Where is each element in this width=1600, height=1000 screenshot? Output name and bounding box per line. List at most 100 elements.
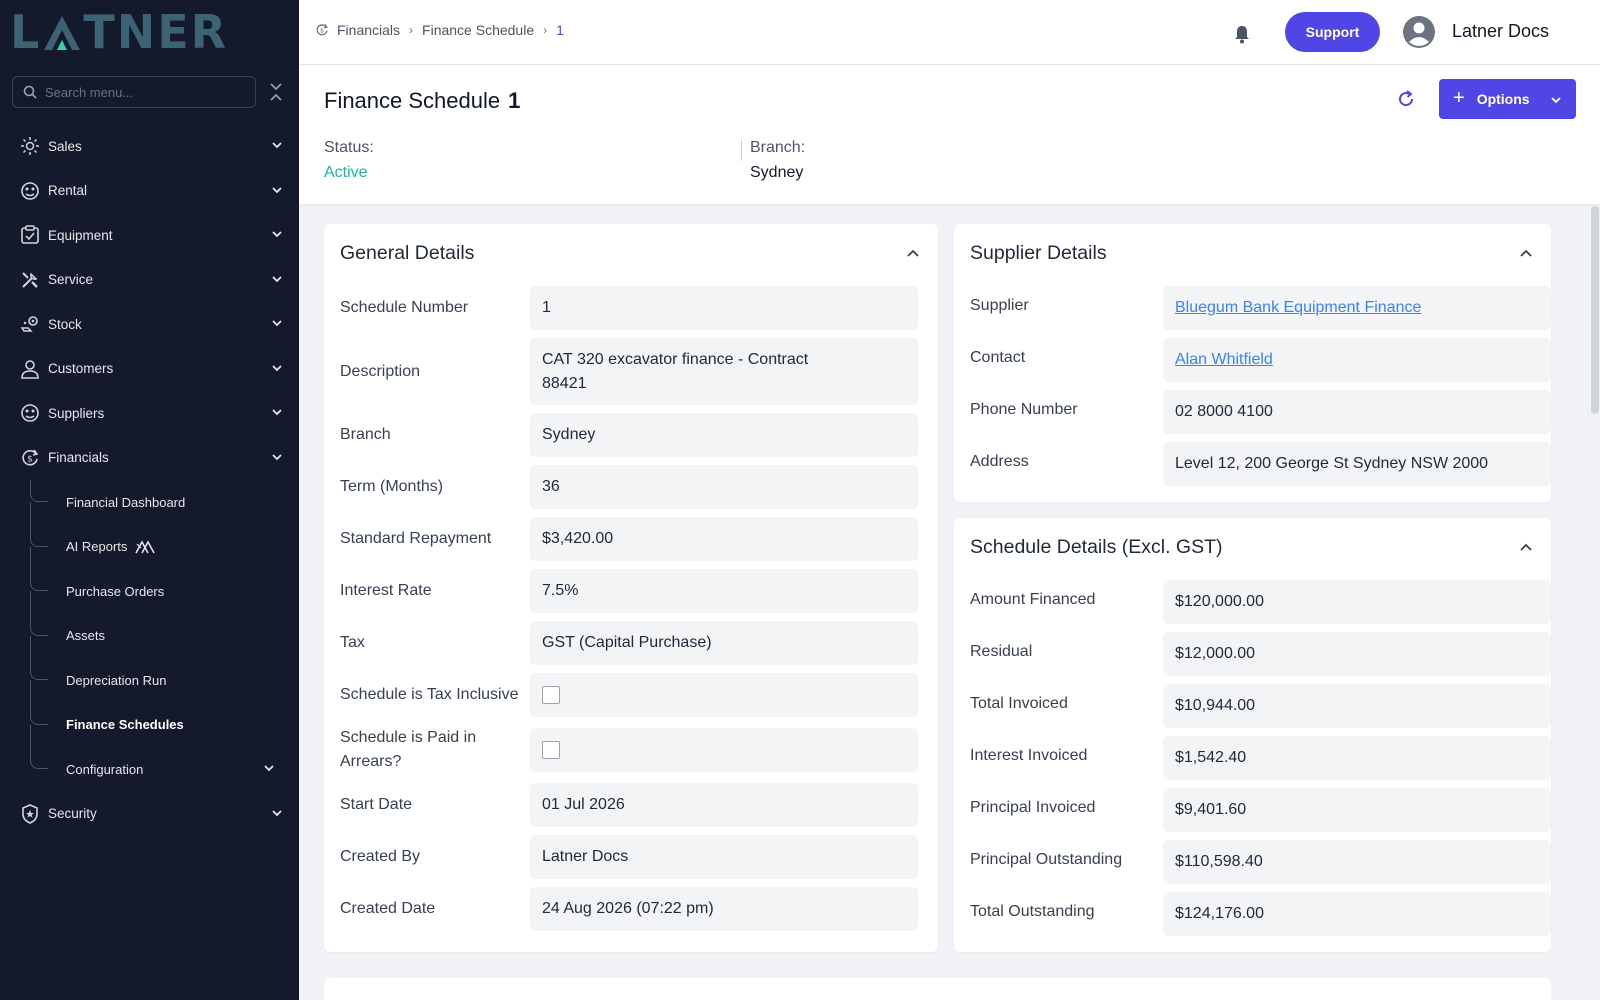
- subitem-label: Configuration: [66, 761, 144, 777]
- sidebar-subitem-depreciation-run[interactable]: Depreciation Run: [0, 658, 299, 703]
- sidebar-item-label: Stock: [48, 316, 82, 332]
- field-schedule-number: Schedule Number 1: [340, 286, 922, 330]
- logo-text: L: [10, 5, 42, 59]
- field-label: Total Outstanding: [970, 903, 1095, 920]
- search-input[interactable]: [45, 84, 235, 100]
- support-button[interactable]: Support: [1285, 12, 1380, 52]
- logo-text-rest: TNER: [83, 5, 229, 59]
- sidebar-item-label: Equipment: [48, 227, 113, 243]
- breadcrumb-finance-schedule[interactable]: Finance Schedule: [422, 22, 534, 38]
- field-label: Branch: [340, 426, 391, 443]
- sidebar-item-service[interactable]: Service: [0, 258, 299, 303]
- record-number: 1: [508, 88, 521, 113]
- latner-logo[interactable]: L TNER: [10, 5, 229, 59]
- field-created-date: Created Date 24 Aug 2026 (07:22 pm): [340, 887, 922, 931]
- card-title: Schedule Details (Excl. GST): [970, 536, 1223, 558]
- sidebar-subitem-assets[interactable]: Assets: [0, 613, 299, 658]
- financials-icon: $: [20, 448, 40, 468]
- sidebar-item-label: Financials: [48, 450, 109, 466]
- tree-connector: [30, 569, 48, 591]
- chevron-up-icon[interactable]: [906, 246, 920, 260]
- sidebar-item-sales[interactable]: Sales: [0, 124, 299, 169]
- tree-connector: [30, 658, 48, 680]
- field-label: Address: [970, 453, 1029, 470]
- page-title-text: Finance Schedule: [324, 88, 501, 113]
- subitem-label: Purchase Orders: [66, 583, 165, 599]
- sidebar-item-label: Sales: [48, 138, 82, 154]
- top-bar: $ Financials › Finance Schedule › 1 Supp…: [299, 0, 1600, 65]
- menu-search[interactable]: [12, 76, 256, 108]
- field-term-months: Term (Months) 36: [340, 465, 922, 509]
- subitem-label: AI Reports: [66, 539, 128, 555]
- field-description: Description CAT 320 excavator finance - …: [340, 338, 922, 405]
- field-principal-invoiced: Principal Invoiced $9,401.60: [970, 788, 1551, 832]
- field-label: Created By: [340, 848, 421, 865]
- field-created-by: Created By Latner Docs: [340, 835, 922, 879]
- breadcrumb-financials[interactable]: Financials: [337, 22, 400, 38]
- sidebar-item-equipment[interactable]: Equipment: [0, 213, 299, 258]
- sidebar-subitem-configuration[interactable]: Configuration: [0, 747, 299, 792]
- sidebar-item-financials[interactable]: $ Financials: [0, 436, 299, 481]
- options-button[interactable]: + Options: [1439, 79, 1576, 119]
- refresh-icon[interactable]: [1396, 89, 1416, 109]
- field-value: Level 12, 200 George St Sydney NSW 2000: [1163, 442, 1551, 486]
- sidebar-subitem-finance-schedules[interactable]: Finance Schedules: [0, 702, 299, 747]
- sidebar-item-security[interactable]: Security: [0, 792, 299, 837]
- sidebar-subitem-purchase-orders[interactable]: Purchase Orders: [0, 569, 299, 614]
- schedule-details-card: Schedule Details (Excl. GST) Amount Fina…: [954, 518, 1551, 952]
- field-value: $120,000.00: [1163, 580, 1551, 624]
- sidebar-subitem-ai-reports[interactable]: AI Reports: [0, 524, 299, 569]
- status-label: Status:: [324, 139, 374, 156]
- sidebar-subitem-financial-dashboard[interactable]: Financial Dashboard: [0, 480, 299, 525]
- plus-icon: +: [1453, 86, 1465, 109]
- field-value: CAT 320 excavator finance - Contract 884…: [530, 338, 918, 405]
- security-icon: [20, 803, 40, 824]
- chevron-down-icon: [272, 809, 282, 816]
- collapse-sidebar-icon[interactable]: [268, 83, 284, 101]
- sidebar-nav: Sales Rental Equipment Service Stock Cus…: [0, 124, 299, 836]
- chevron-down-icon: [272, 142, 282, 149]
- field-value: Alan Whitfield: [1163, 338, 1551, 382]
- stock-icon: [20, 314, 40, 334]
- sidebar-item-customers[interactable]: Customers: [0, 347, 299, 392]
- page-title: Finance Schedule 1: [324, 88, 520, 114]
- sidebar-item-suppliers[interactable]: Suppliers: [0, 391, 299, 436]
- field-value: $124,176.00: [1163, 892, 1551, 936]
- tree-connector: [30, 702, 48, 725]
- field-residual: Residual $12,000.00: [970, 632, 1551, 676]
- field-paid-in-arrears: Schedule is Paid in Arrears?: [340, 725, 922, 775]
- chevron-up-icon[interactable]: [1519, 246, 1533, 260]
- chevron-up-icon[interactable]: [1519, 540, 1533, 554]
- chevron-right-icon: ›: [543, 23, 548, 37]
- chevron-down-icon: [272, 409, 282, 416]
- contact-link[interactable]: Alan Whitfield: [1175, 348, 1273, 372]
- avatar[interactable]: [1403, 16, 1435, 48]
- tree-connector: [30, 613, 48, 636]
- paid-in-arrears-checkbox[interactable]: [542, 741, 560, 759]
- sidebar-item-label: Rental: [48, 183, 88, 199]
- field-value: $3,420.00: [530, 517, 918, 561]
- logo-a-glyph: [44, 16, 81, 50]
- field-label: Amount Financed: [970, 591, 1096, 608]
- scrollbar[interactable]: [1591, 206, 1599, 414]
- field-label: Supplier: [970, 297, 1029, 314]
- chevron-down-icon: [272, 364, 282, 371]
- field-value: $110,598.40: [1163, 840, 1551, 884]
- sidebar-item-stock[interactable]: Stock: [0, 302, 299, 347]
- tax-inclusive-checkbox[interactable]: [542, 686, 560, 704]
- search-icon: [23, 85, 37, 99]
- bell-icon[interactable]: [1232, 24, 1252, 44]
- status-field: Status: Active: [324, 139, 374, 182]
- field-label: Tax: [340, 634, 365, 651]
- chevron-down-icon: [272, 320, 282, 327]
- supplier-link[interactable]: Bluegum Bank Equipment Finance: [1175, 296, 1421, 320]
- chevron-down-icon: [272, 231, 282, 238]
- svg-text:$: $: [320, 27, 324, 34]
- field-label: Created Date: [340, 900, 436, 917]
- user-name[interactable]: Latner Docs: [1452, 21, 1549, 42]
- field-label: Standard Repayment: [340, 530, 492, 547]
- field-start-date: Start Date 01 Jul 2026: [340, 783, 922, 827]
- sidebar-item-rental[interactable]: Rental: [0, 169, 299, 214]
- chevron-down-icon: [272, 275, 282, 282]
- field-address: Address Level 12, 200 George St Sydney N…: [970, 442, 1551, 486]
